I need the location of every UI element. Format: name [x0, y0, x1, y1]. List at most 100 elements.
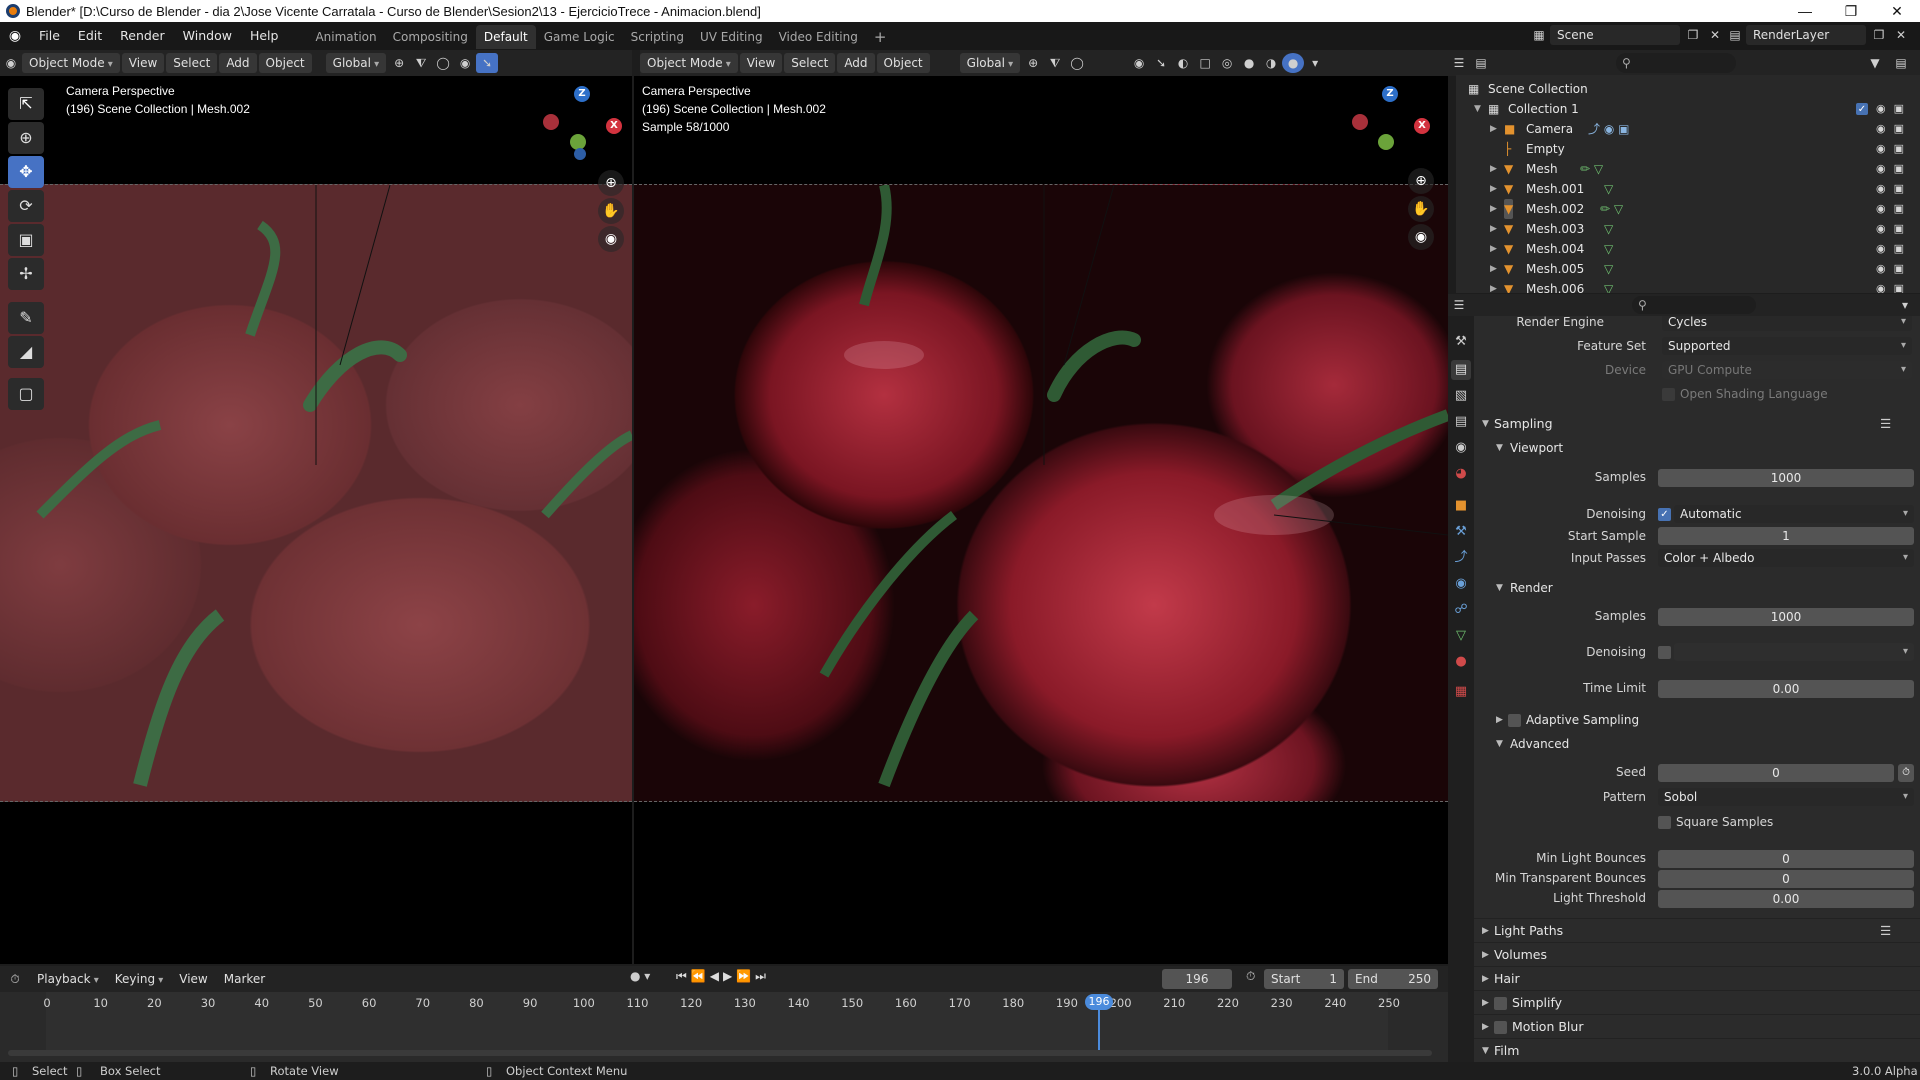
visibility-toggle-icons[interactable]: ◉▣ — [1876, 159, 1912, 179]
square-samples-checkbox[interactable] — [1658, 816, 1671, 829]
world-tab-icon[interactable]: ◕ — [1451, 464, 1471, 484]
cursor-tool[interactable]: ⊕ — [8, 122, 44, 154]
expand-icon[interactable]: ▶ — [1490, 159, 1497, 179]
new-layer-icon[interactable]: ❐ — [1868, 25, 1890, 45]
menu-file[interactable]: File — [30, 23, 69, 49]
maximize-icon[interactable]: ❐ — [1828, 0, 1874, 22]
xray-icon[interactable]: □ — [1194, 53, 1216, 73]
menu-render[interactable]: Render — [111, 23, 174, 49]
rendered-shading-icon[interactable]: ● — [1282, 53, 1305, 73]
view-layer-selector[interactable]: ▤ RenderLayer ❐ ✕ — [1724, 25, 1912, 45]
viewport-denoising-checkbox[interactable]: ✓ — [1658, 508, 1671, 521]
add-menu-right[interactable]: Add — [837, 53, 875, 73]
view-layer-name[interactable]: RenderLayer — [1746, 25, 1866, 45]
volumes-panel-header[interactable]: ▶ Volumes — [1474, 942, 1920, 966]
add-cube-tool[interactable]: ▢ — [8, 378, 44, 410]
properties-options-icon[interactable]: ▾ — [1894, 295, 1916, 315]
object-mode-dropdown-right[interactable]: Object Mode — [640, 53, 738, 73]
material-tab-icon[interactable]: ● — [1451, 652, 1471, 672]
particles-tab-icon[interactable]: ⤴ — [1451, 548, 1471, 568]
gizmo-neg-x-icon-right[interactable] — [1352, 114, 1368, 130]
outliner-item-mesh-006[interactable]: ▶ ▼ Mesh.006 ▽ ◉▣ — [1456, 279, 1920, 293]
expand-icon[interactable]: ▶ — [1490, 279, 1497, 293]
zoom-icon-right[interactable]: ⊕ — [1408, 168, 1434, 194]
proportional-icon[interactable]: ◯ — [432, 53, 454, 73]
render-tab-icon[interactable]: ▤ — [1451, 360, 1471, 380]
outliner-item-mesh-005[interactable]: ▶ ▼ Mesh.005 ▽ ◉▣ — [1456, 259, 1920, 279]
properties-search-input[interactable]: ⚲ — [1632, 296, 1756, 314]
gizmo-toggle-icon-right[interactable]: ➘ — [1150, 53, 1172, 73]
viewport-samples-field[interactable]: 1000 — [1658, 469, 1914, 487]
presets-icon[interactable]: ☰ — [1880, 919, 1891, 943]
playback-controls[interactable]: ⏮⏪◀▶⏩⏭ — [676, 969, 770, 984]
select-menu[interactable]: Select — [166, 53, 218, 73]
feature-set-dropdown[interactable]: Supported — [1662, 337, 1912, 355]
adaptive-sampling-checkbox[interactable] — [1508, 714, 1521, 727]
scene-name[interactable]: Scene — [1550, 25, 1680, 45]
annotate-tool[interactable]: ✎ — [8, 302, 44, 334]
simplify-checkbox[interactable] — [1494, 997, 1507, 1010]
sampling-panel-header[interactable]: ▼ Sampling ☰ — [1474, 412, 1920, 436]
outliner-scene-collection[interactable]: ▦ Scene Collection — [1456, 79, 1920, 99]
wireframe-shading-icon[interactable]: ◎ — [1216, 53, 1238, 73]
pan-hand-icon[interactable]: ✋ — [598, 198, 624, 224]
delete-scene-icon[interactable]: ✕ — [1704, 25, 1726, 45]
gizmo-toggle-icon[interactable]: ➘ — [476, 53, 499, 73]
visibility-toggle-icons[interactable]: ◉▣ — [1876, 139, 1912, 159]
view-layer-tab-icon[interactable]: ▤ — [1451, 412, 1471, 432]
gizmo-neg-x-icon[interactable] — [543, 114, 559, 130]
snap-icon-right[interactable]: ⧨ — [1044, 53, 1066, 73]
marker-menu[interactable]: Marker — [217, 969, 272, 989]
left-viewport[interactable]: Camera Perspective (196) Scene Collectio… — [0, 76, 632, 964]
scene-selector[interactable]: ▦ Scene ❐ ✕ — [1528, 25, 1726, 45]
visibility-toggle-icons[interactable]: ◉▣ — [1876, 199, 1912, 219]
minimize-icon[interactable]: — — [1782, 0, 1828, 22]
add-workspace-icon[interactable]: + — [866, 25, 895, 49]
visibility-toggle-icons[interactable]: ◉▣ — [1876, 179, 1912, 199]
gizmo-z-icon[interactable]: Z — [574, 86, 590, 102]
seed-field[interactable]: 0 — [1658, 764, 1894, 782]
visibility-icon[interactable]: ◉ — [454, 53, 476, 73]
expand-icon[interactable]: ▶ — [1490, 119, 1497, 139]
object-mode-dropdown[interactable]: Object Mode — [22, 53, 120, 73]
light-threshold-field[interactable]: 0.00 — [1658, 890, 1914, 908]
presets-icon[interactable]: ☰ — [1880, 412, 1891, 436]
menu-help[interactable]: Help — [241, 23, 288, 49]
modifier-tab-icon[interactable]: ⚒ — [1451, 522, 1471, 542]
pan-hand-icon-right[interactable]: ✋ — [1408, 196, 1434, 222]
film-panel-header[interactable]: ▼ Film — [1474, 1038, 1920, 1062]
render-engine-dropdown[interactable]: Cycles — [1662, 316, 1912, 331]
hair-panel-header[interactable]: ▶ Hair — [1474, 966, 1920, 990]
outliner-search-input[interactable]: ⚲ — [1616, 53, 1736, 73]
tab-uv-editing[interactable]: UV Editing — [692, 25, 771, 49]
move-tool[interactable]: ✥ — [8, 156, 44, 188]
view-menu[interactable]: View — [121, 53, 165, 73]
outliner-item-camera[interactable]: ▶ ■ Camera ⤴ ◉ ▣ ◉▣ — [1456, 119, 1920, 139]
viewport-denoiser-dropdown[interactable]: Automatic — [1674, 505, 1914, 523]
editor-type-icon[interactable]: ◉ — [0, 53, 22, 73]
select-menu-right[interactable]: Select — [784, 53, 836, 73]
playback-menu[interactable]: Playback — [30, 969, 106, 989]
animate-seed-icon[interactable]: ⏱ — [1898, 764, 1914, 782]
new-collection-icon[interactable]: ▤ — [1890, 53, 1912, 73]
timeline-editor-icon[interactable]: ⏱ — [0, 969, 30, 989]
outliner-item-mesh-004[interactable]: ▶ ▼ Mesh.004 ▽ ◉▣ — [1456, 239, 1920, 259]
tab-compositing[interactable]: Compositing — [385, 25, 476, 49]
view-menu-right[interactable]: View — [739, 53, 783, 73]
start-frame-field[interactable]: Start 1 — [1264, 969, 1344, 989]
pivot-icon[interactable]: ⊕ — [388, 53, 410, 73]
collection-checkbox[interactable]: ✓ — [1856, 103, 1868, 115]
tab-default[interactable]: Default — [475, 25, 536, 49]
visibility-icon-right[interactable]: ◉ — [1128, 53, 1150, 73]
menu-window[interactable]: Window — [174, 23, 241, 49]
tab-game-logic[interactable]: Game Logic — [536, 25, 623, 49]
expand-icon[interactable]: ▶ — [1490, 179, 1497, 199]
current-frame-field[interactable]: 196 — [1162, 969, 1232, 989]
menu-edit[interactable]: Edit — [69, 23, 111, 49]
outliner-item-mesh[interactable]: ▶ ▼ Mesh ✏ ▽ ◉▣ — [1456, 159, 1920, 179]
display-mode-icon[interactable]: ▤ — [1470, 53, 1492, 73]
outliner-collection-1[interactable]: ▼ ▦ Collection 1 ✓ ◉▣ — [1456, 99, 1920, 119]
expand-icon[interactable]: ▶ — [1490, 239, 1497, 259]
visibility-toggle-icons[interactable]: ◉▣ — [1876, 219, 1912, 239]
outliner-editor-icon[interactable]: ☰ — [1448, 53, 1470, 73]
